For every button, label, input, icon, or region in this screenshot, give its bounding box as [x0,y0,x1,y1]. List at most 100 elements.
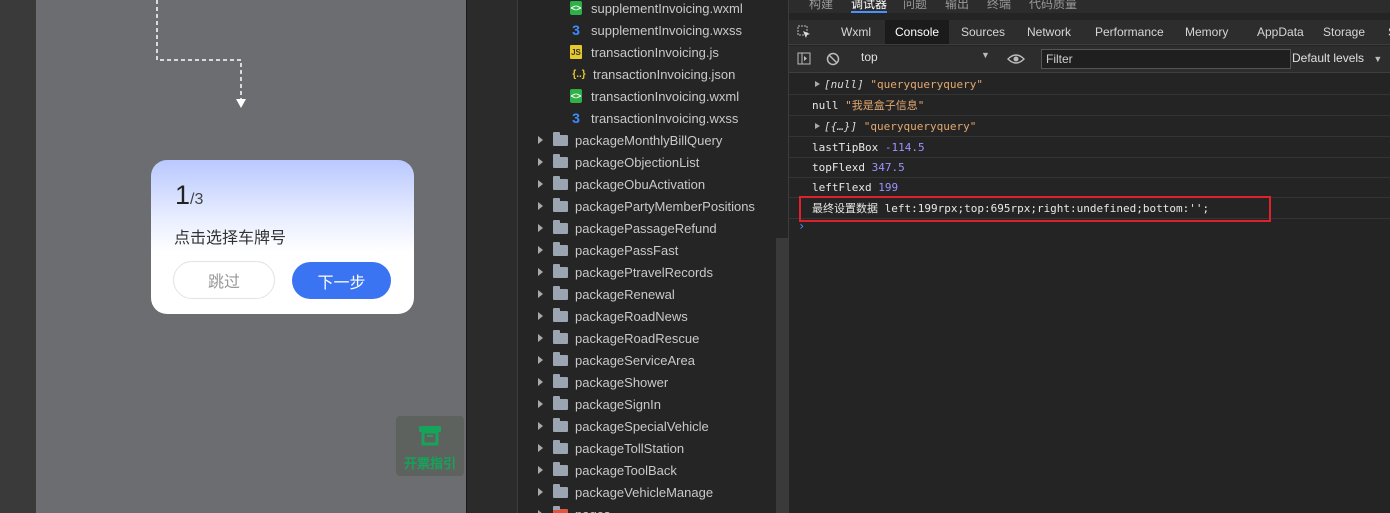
folder-item[interactable]: packageRoadNews [538,305,688,327]
console-log-line[interactable]: lastTipBox -114.5 [789,137,1390,158]
chevron-right-icon [538,422,543,430]
folder-icon [553,153,568,168]
wxss-file-icon: 3 [572,22,580,38]
console-log-line[interactable]: leftFlexd 199 [789,177,1390,198]
log-string: "queryqueryquery" [870,77,983,91]
file-tree-scrollbar[interactable] [776,238,788,513]
next-step-button[interactable]: 下一步 [292,262,391,299]
file-explorer: <> supplementInvoicing.wxml 3 supplement… [517,0,789,513]
folder-item[interactable]: packagePassageRefund [538,217,717,239]
tab-memory[interactable]: Memory [1175,20,1238,44]
tab-build[interactable]: 构建 [809,0,833,12]
console-prompt[interactable]: › [798,219,805,233]
wxml-file-icon: <> [570,89,582,103]
tab-appdata[interactable]: AppData [1247,20,1314,44]
js-file-icon: JS [570,45,582,59]
invoice-icon [419,426,441,446]
folder-name: packagePassFast [575,242,679,258]
folder-item[interactable]: packageRoadRescue [538,327,699,349]
console-log-line[interactable]: [{…}] "queryqueryquery" [789,116,1390,137]
tab-performance[interactable]: Performance [1085,20,1174,44]
folder-item[interactable]: packagePassFast [538,239,678,261]
folder-icon [553,131,568,146]
chevron-right-icon [538,290,543,298]
chevron-right-icon [538,246,543,254]
inspect-element-icon[interactable] [797,25,811,39]
file-item[interactable]: 3 transactionInvoicing.wxss [570,107,738,129]
tab-more[interactable]: S [1378,20,1390,44]
skip-button[interactable]: 跳过 [173,261,275,299]
chevron-right-icon [538,444,543,452]
tab-issues[interactable]: 问题 [903,0,927,12]
expand-arrow-icon [815,81,820,87]
tab-console[interactable]: Console [885,20,950,44]
tab-terminal[interactable]: 终端 [987,0,1011,12]
sidebar-toggle-icon[interactable] [797,52,811,66]
wxml-file-icon: <> [570,1,582,15]
console-toolbar: top ▼ Default levels ▼ [789,46,1390,73]
tab-sources[interactable]: Sources [951,20,1015,44]
folder-item[interactable]: pages [538,503,610,513]
guide-step-counter: 1/3 [175,180,203,211]
file-item[interactable]: <> supplementInvoicing.wxml [570,0,743,19]
tab-network[interactable]: Network [1017,20,1081,44]
folder-item[interactable]: packageSpecialVehicle [538,415,709,437]
folder-name: packageRoadNews [575,308,688,324]
context-select[interactable]: top [861,50,991,68]
file-item[interactable]: JS transactionInvoicing.js [570,41,719,63]
chevron-right-icon [538,202,543,210]
invoice-guide-label: 开票指引 [404,456,457,471]
folder-icon [553,329,568,344]
clear-console-icon[interactable] [826,52,840,66]
folder-item[interactable]: packageServiceArea [538,349,695,371]
tab-output[interactable]: 输出 [945,0,969,12]
tab-wxml[interactable]: Wxml [831,20,881,44]
file-name: transactionInvoicing.json [593,66,736,82]
log-number: -114.5 [884,140,925,154]
folder-icon [553,461,568,476]
log-number: 347.5 [871,160,905,174]
chevron-right-icon [538,488,543,496]
devtools-panel: 构建 调试器 问题 输出 终端 代码质量 Wxml Console Source… [788,0,1390,513]
log-levels-select[interactable]: Default levels ▼ [1292,51,1382,65]
tab-debugger[interactable]: 调试器 [851,0,888,13]
tab-storage[interactable]: Storage [1313,20,1375,44]
folder-icon [553,439,568,454]
console-log-line[interactable]: null "我是盒子信息" [789,95,1390,116]
file-name: transactionInvoicing.wxss [591,110,739,126]
folder-item[interactable]: packageRenewal [538,283,675,305]
wxss-file-icon: 3 [572,110,580,126]
tab-code-quality[interactable]: 代码质量 [1029,0,1077,12]
folder-item[interactable]: packageVehicleManage [538,481,713,503]
folder-name: packageRoadRescue [575,330,700,346]
folder-item[interactable]: packageMonthlyBillQuery [538,129,722,151]
folder-item[interactable]: packageTollStation [538,437,684,459]
filter-input[interactable] [1041,49,1291,69]
expand-arrow-icon [815,123,820,129]
json-file-icon: {..} [572,68,586,80]
folder-name: packageSpecialVehicle [575,418,709,434]
folder-item[interactable]: packageObuActivation [538,173,705,195]
chevron-right-icon [538,334,543,342]
invoice-guide-button[interactable]: 开票指引 [396,416,464,476]
console-log-line[interactable]: topFlexd 347.5 [789,157,1390,178]
guide-step-current: 1 [175,180,191,210]
folder-item[interactable]: packageToolBack [538,459,677,481]
file-item[interactable]: 3 supplementInvoicing.wxss [570,19,742,41]
folder-name: packageObjectionList [575,154,700,170]
file-item[interactable]: <> transactionInvoicing.wxml [570,85,739,107]
folder-item[interactable]: packagePartyMemberPositions [538,195,755,217]
folder-icon [553,395,568,410]
console-log-line[interactable]: [null] "queryqueryquery" [789,74,1390,95]
folder-icon [553,197,568,212]
devtools-panel-tabs: Wxml Console Sources Network Performance… [789,20,1390,45]
folder-item[interactable]: packageSignIn [538,393,661,415]
eye-icon[interactable] [1007,52,1025,66]
folder-icon [553,417,568,432]
folder-item[interactable]: packageShower [538,371,668,393]
log-string: "我是盒子信息" [845,99,925,112]
folder-item[interactable]: packageObjectionList [538,151,699,173]
log-number: 199 [878,180,899,194]
folder-item[interactable]: packagePtravelRecords [538,261,713,283]
file-item[interactable]: {..} transactionInvoicing.json [570,63,735,85]
